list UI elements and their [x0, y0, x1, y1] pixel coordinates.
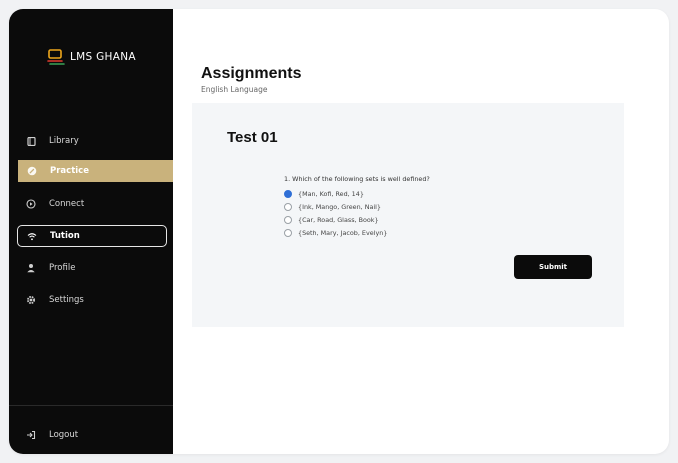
answer-option-1[interactable]: {Man, Kofi, Red, 14}	[284, 189, 364, 199]
sidebar-item-practice[interactable]: Practice	[18, 160, 173, 182]
radio-button[interactable]	[284, 216, 292, 224]
sidebar-item-profile[interactable]: Profile	[17, 257, 167, 279]
answer-option-label: {Ink, Mango, Green, Nail}	[298, 203, 382, 211]
radio-button[interactable]	[284, 203, 292, 211]
sidebar-item-settings[interactable]: Settings	[17, 289, 167, 311]
logout-label: Logout	[49, 430, 79, 440]
wifi-icon	[27, 231, 37, 241]
test-panel: Test 01 1. Which of the following sets i…	[192, 103, 624, 327]
answer-option-label: {Seth, Mary, Jacob, Evelyn}	[298, 229, 388, 237]
sidebar-item-label: Settings	[49, 295, 84, 305]
logo-icon	[47, 49, 65, 65]
user-icon	[26, 263, 36, 273]
answer-option-label: {Car, Road, Glass, Book}	[298, 216, 379, 224]
logo-text: LMS GHANA	[70, 51, 136, 63]
page-subtitle: English Language	[201, 85, 268, 94]
sidebar-item-label: Profile	[49, 263, 76, 273]
logo: LMS GHANA	[47, 47, 136, 67]
radio-button-selected[interactable]	[284, 190, 292, 198]
sidebar-item-tution[interactable]: Tution	[17, 225, 167, 247]
sidebar: LMS GHANA Library Practice Connect Tutio	[9, 9, 173, 454]
answer-option-2[interactable]: {Ink, Mango, Green, Nail}	[284, 202, 381, 212]
answer-option-3[interactable]: {Car, Road, Glass, Book}	[284, 215, 379, 225]
test-title: Test 01	[227, 129, 278, 146]
submit-button[interactable]: Submit	[514, 255, 592, 279]
book-icon	[26, 136, 36, 146]
page-title: Assignments	[201, 65, 302, 82]
question-text: 1. Which of the following sets is well d…	[284, 175, 430, 183]
logout-button[interactable]: Logout	[17, 424, 167, 446]
gear-icon	[26, 295, 36, 305]
edit-icon	[27, 166, 37, 176]
logout-icon	[26, 430, 36, 440]
sidebar-item-label: Practice	[50, 166, 89, 176]
sidebar-item-label: Connect	[49, 199, 85, 209]
sidebar-item-label: Tution	[50, 231, 80, 241]
radio-button[interactable]	[284, 229, 292, 237]
sidebar-divider	[9, 405, 173, 406]
answer-option-4[interactable]: {Seth, Mary, Jacob, Evelyn}	[284, 228, 387, 238]
sidebar-item-library[interactable]: Library	[17, 130, 167, 152]
app-window: LMS GHANA Library Practice Connect Tutio	[9, 9, 669, 454]
sidebar-item-connect[interactable]: Connect	[17, 193, 167, 215]
sidebar-item-label: Library	[49, 136, 79, 146]
answer-option-label: {Man, Kofi, Red, 14}	[298, 190, 364, 198]
play-icon	[26, 199, 36, 209]
